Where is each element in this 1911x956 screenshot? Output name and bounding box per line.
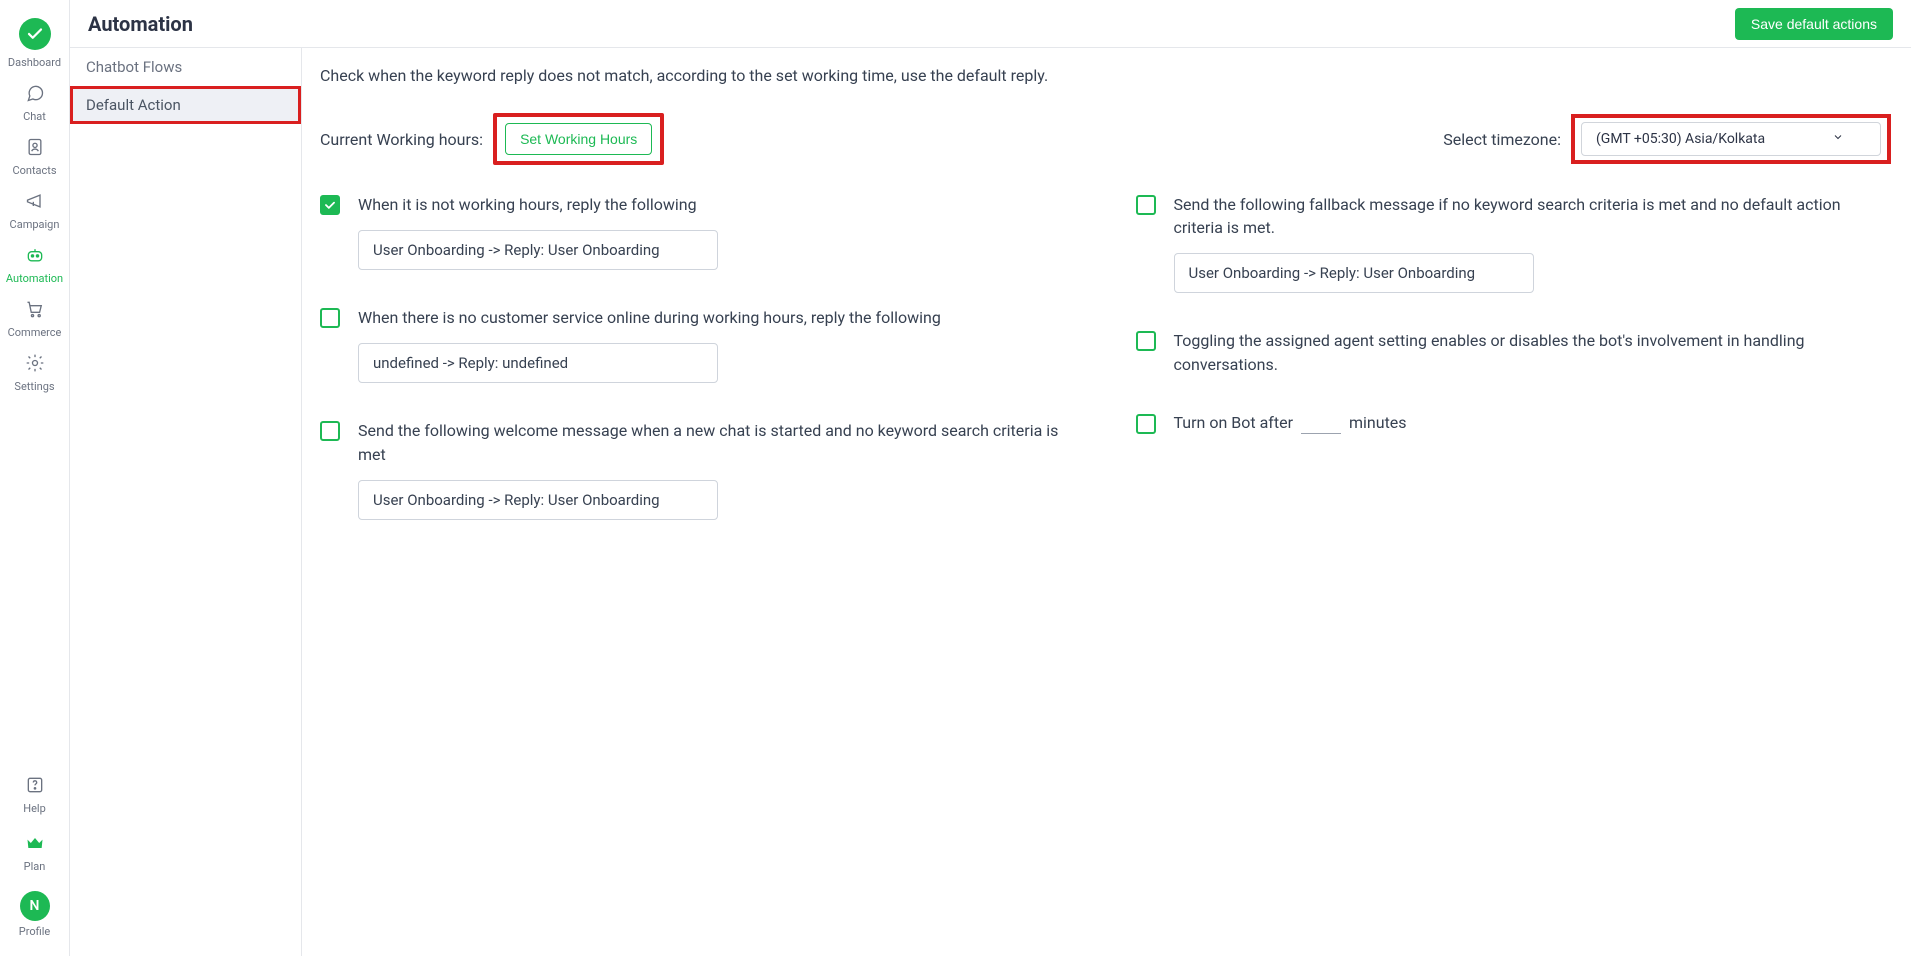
reply-selector[interactable]: User Onboarding -> Reply: User Onboardin… [1174,253,1534,293]
automation-subnav: Chatbot Flows Default Action [70,48,302,956]
rail-item-plan[interactable]: Plan [0,825,70,879]
bot-after-minutes-input[interactable] [1301,412,1341,434]
timezone-selected-value: (GMT +05:30) Asia/Kolkata [1596,131,1765,147]
intro-text: Check when the keyword reply does not ma… [320,66,1891,85]
page-header: Automation Save default actions [70,0,1911,48]
bot-after-prefix: Turn on Bot after [1174,413,1293,432]
crown-icon [25,833,45,856]
timezone-label: Select timezone: [1443,130,1561,149]
option-not-working-hours: When it is not working hours, reply the … [320,193,1076,270]
rail-label: Settings [14,380,54,393]
main-content: Check when the keyword reply does not ma… [302,48,1911,560]
checkbox[interactable] [1136,195,1156,215]
controls-row: Current Working hours: Set Working Hours… [320,113,1891,165]
chevron-down-icon [1832,131,1844,147]
option-label: Send the following welcome message when … [358,419,1076,465]
options-left-column: When it is not working hours, reply the … [320,193,1076,520]
bot-after-suffix: minutes [1349,413,1407,432]
rail-item-profile[interactable]: N Profile [0,883,70,944]
reply-selector[interactable]: undefined -> Reply: undefined [358,343,718,383]
option-assigned-agent-toggle: Toggling the assigned agent setting enab… [1136,329,1892,375]
set-working-hours-button[interactable]: Set Working Hours [505,123,652,155]
rail-label: Chat [23,110,46,123]
checkbox[interactable] [320,195,340,215]
option-fallback-message: Send the following fallback message if n… [1136,193,1892,293]
rail-label: Automation [6,272,63,285]
rail-item-settings[interactable]: Settings [0,345,70,399]
help-icon [25,775,45,798]
contacts-icon [25,137,45,160]
rail-item-dashboard[interactable]: Dashboard [0,10,70,75]
annotation-highlight: (GMT +05:30) Asia/Kolkata [1571,114,1891,164]
rail-item-chat[interactable]: Chat [0,75,70,129]
rail-label: Dashboard [8,56,61,69]
automation-icon [25,245,45,268]
rail-item-help[interactable]: Help [0,767,70,821]
checkbox[interactable] [320,421,340,441]
options-right-column: Send the following fallback message if n… [1136,193,1892,520]
option-label: Send the following fallback message if n… [1174,193,1892,239]
option-bot-after-minutes: Turn on Bot after minutes [1136,412,1892,434]
option-label: Toggling the assigned agent setting enab… [1174,329,1892,375]
chat-icon [25,83,45,106]
subnav-item-default-action[interactable]: Default Action [70,86,301,124]
checkbox[interactable] [320,308,340,328]
option-label: When it is not working hours, reply the … [358,193,1076,216]
rail-label: Commerce [8,326,62,339]
option-label: When there is no customer service online… [358,306,1076,329]
page-title: Automation [88,12,193,36]
annotation-highlight: Set Working Hours [493,113,664,165]
commerce-icon [25,299,45,322]
timezone-select[interactable]: (GMT +05:30) Asia/Kolkata [1581,122,1881,156]
option-welcome-message: Send the following welcome message when … [320,419,1076,519]
reply-selector[interactable]: User Onboarding -> Reply: User Onboardin… [358,480,718,520]
rail-item-automation[interactable]: Automation [0,237,70,291]
subnav-item-chatbot-flows[interactable]: Chatbot Flows [70,48,301,86]
checkbox[interactable] [1136,331,1156,351]
avatar: N [20,891,50,921]
reply-selector[interactable]: User Onboarding -> Reply: User Onboardin… [358,230,718,270]
checkbox[interactable] [1136,414,1156,434]
rail-item-commerce[interactable]: Commerce [0,291,70,345]
rail-label: Campaign [10,218,60,231]
logo-icon [19,18,51,50]
left-rail: Dashboard Chat Contacts Campaign Automat… [0,0,70,956]
rail-item-campaign[interactable]: Campaign [0,183,70,237]
save-default-actions-button[interactable]: Save default actions [1735,8,1893,40]
option-no-agent-online: When there is no customer service online… [320,306,1076,383]
rail-label: Plan [24,860,46,873]
rail-label: Contacts [12,164,56,177]
working-hours-label: Current Working hours: [320,130,483,149]
settings-icon [25,353,45,376]
rail-label: Profile [19,925,50,938]
rail-label: Help [23,802,46,815]
campaign-icon [25,191,45,214]
rail-item-contacts[interactable]: Contacts [0,129,70,183]
